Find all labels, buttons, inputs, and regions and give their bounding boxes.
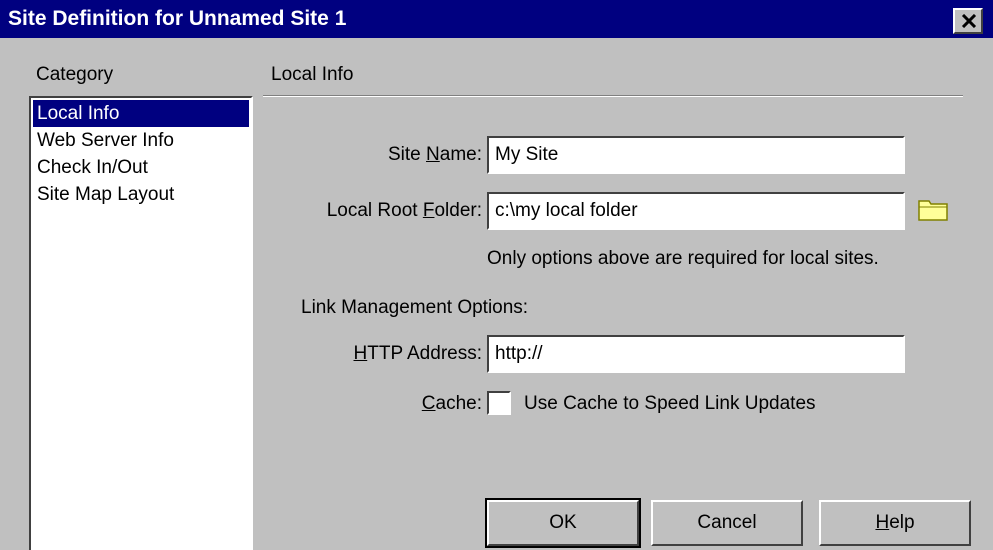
- category-item-site-map-layout[interactable]: Site Map Layout: [33, 181, 249, 208]
- folder-icon[interactable]: [917, 196, 949, 222]
- section-divider: [263, 95, 963, 97]
- cache-checkbox[interactable]: [487, 391, 511, 415]
- local-root-folder-label: Local Root Folder:: [326, 200, 482, 221]
- local-root-folder-input[interactable]: [487, 192, 905, 230]
- site-name-label: Site Name:: [387, 144, 482, 165]
- http-address-input[interactable]: [487, 335, 905, 373]
- category-list[interactable]: Local Info Web Server Info Check In/Out …: [29, 96, 253, 550]
- required-note: Only options above are required for loca…: [487, 248, 879, 269]
- category-item-web-server-info[interactable]: Web Server Info: [33, 127, 249, 154]
- link-management-label: Link Management Options:: [301, 297, 529, 318]
- title-bar: Site Definition for Unnamed Site 1: [0, 0, 993, 38]
- close-icon: [961, 14, 977, 28]
- category-label: Category: [36, 64, 114, 85]
- site-name-input[interactable]: [487, 136, 905, 174]
- http-address-label: HTTP Address:: [353, 343, 483, 364]
- cache-checkbox-label[interactable]: Use Cache to Speed Link Updates: [524, 391, 816, 417]
- close-button[interactable]: [953, 8, 983, 34]
- cache-label: Cache:: [421, 393, 482, 414]
- cancel-button[interactable]: Cancel: [651, 500, 803, 546]
- help-button[interactable]: Help: [819, 500, 971, 546]
- section-title: Local Info: [271, 64, 354, 85]
- ok-button[interactable]: OK: [485, 498, 641, 548]
- window-title: Site Definition for Unnamed Site 1: [8, 7, 347, 30]
- category-item-local-info[interactable]: Local Info: [33, 100, 249, 127]
- category-item-check-in-out[interactable]: Check In/Out: [33, 154, 249, 181]
